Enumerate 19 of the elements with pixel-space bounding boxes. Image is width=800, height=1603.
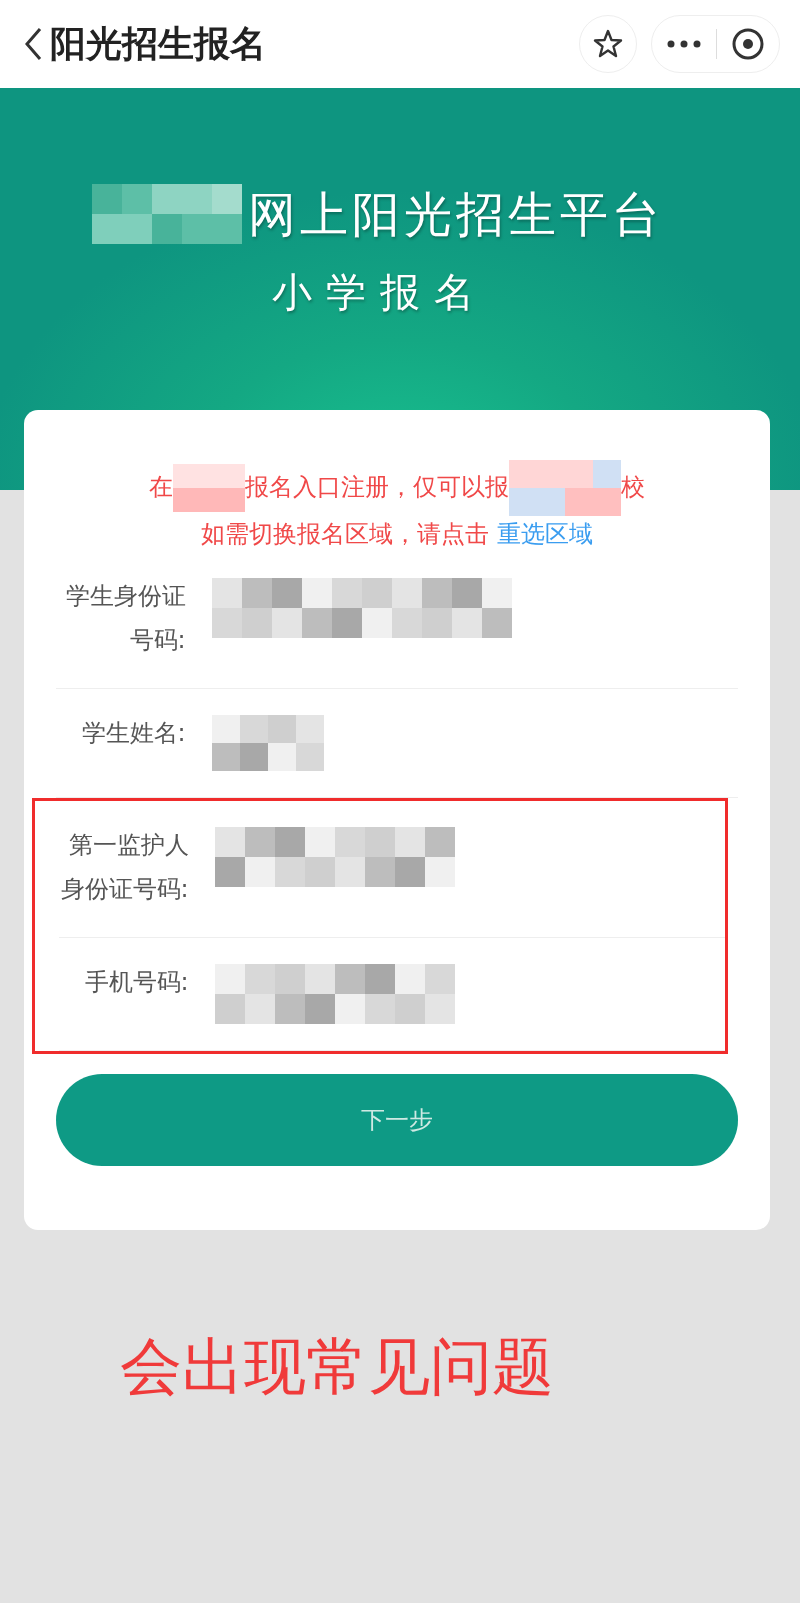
field-label: 学生姓名: xyxy=(80,718,186,749)
annotation-text: 会出现常见问题 xyxy=(120,1329,555,1405)
notice-text: 在 xyxy=(149,473,173,501)
more-icon[interactable] xyxy=(666,39,702,49)
notice-text: 校 xyxy=(621,473,645,501)
field-label: 第一监护人身份证号码: xyxy=(59,830,189,905)
record-icon[interactable] xyxy=(731,27,765,61)
field-label: 手机号码: xyxy=(83,967,189,998)
next-button[interactable]: 下一步 xyxy=(56,1074,738,1166)
page-title: 阳光招生报名 xyxy=(50,22,266,66)
back-icon[interactable] xyxy=(24,27,42,61)
blurred-region xyxy=(173,464,245,512)
banner-title: 网上阳光招生平台 xyxy=(248,185,664,244)
banner-subtitle: 小学报名 xyxy=(272,268,489,317)
notice-text: 报名入口注册，仅可以报 xyxy=(245,473,509,501)
reselect-region-link[interactable]: 重选区域 xyxy=(496,520,593,548)
notice-text: 如需切换报名区域，请点击 xyxy=(201,520,491,548)
star-icon[interactable] xyxy=(593,29,623,59)
field-label: 学生身份证号码: xyxy=(64,581,186,656)
